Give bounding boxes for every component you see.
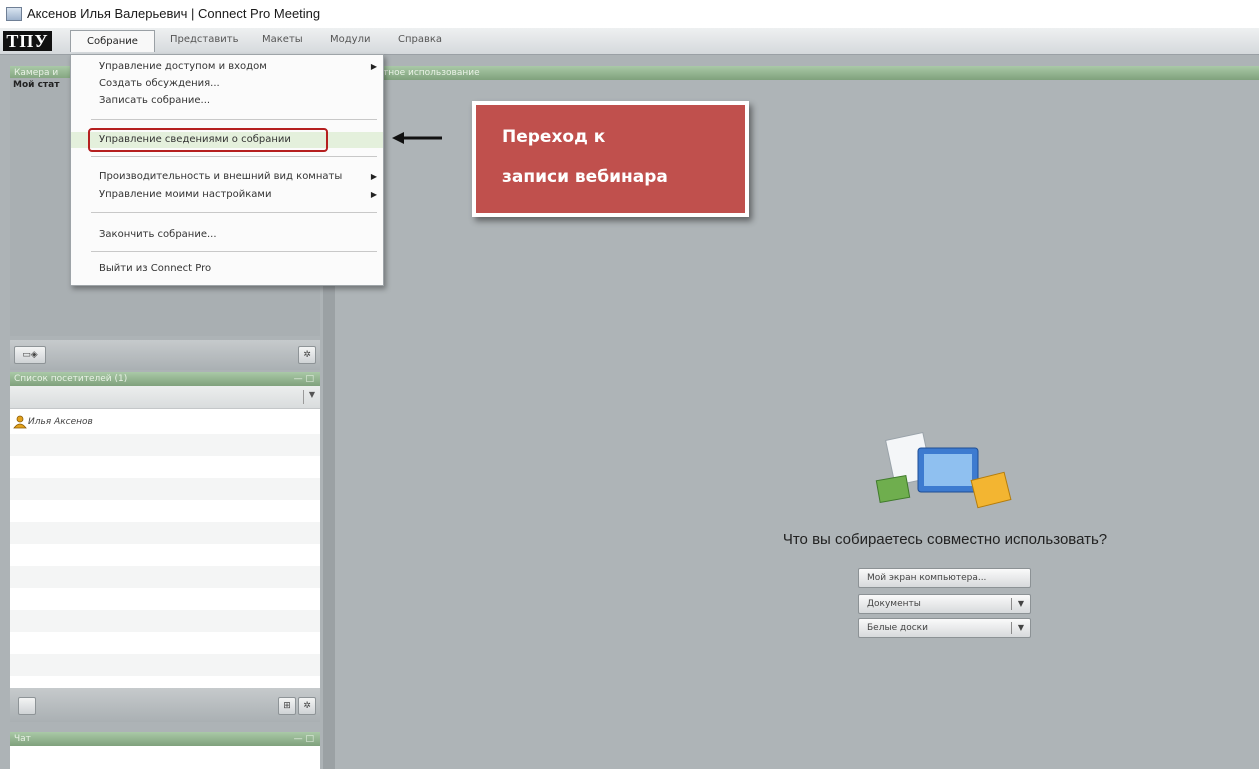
filter-separator <box>303 390 304 404</box>
list-row <box>10 522 320 544</box>
menu-meeting[interactable]: Собрание <box>70 30 155 52</box>
callout-line-1: Переход к <box>502 127 606 147</box>
button-separator <box>1011 598 1012 610</box>
attendee-filter-dropdown[interactable]: ▼ <box>10 386 320 409</box>
menu-item-room-performance[interactable]: Производительность и внешний вид комнаты… <box>71 169 383 185</box>
attendee-panel-title: Список посетителей (1) <box>14 374 128 384</box>
list-row <box>10 500 320 522</box>
chevron-down-icon[interactable]: ▼ <box>1018 619 1024 637</box>
camera-settings-icon[interactable]: ✲ <box>298 346 316 364</box>
app-icon <box>6 7 22 21</box>
menu-separator <box>91 251 377 252</box>
menu-pods[interactable]: Модули <box>330 34 370 45</box>
layout-icon[interactable]: ⊞ <box>278 697 296 715</box>
button-separator <box>1011 622 1012 634</box>
user-host-icon <box>13 415 27 429</box>
my-status-label[interactable]: Мой стат <box>13 80 59 90</box>
menu-item-my-settings[interactable]: Управление моими настройками ▶ <box>71 187 383 203</box>
menu-item-end-meeting[interactable]: Закончить собрание... <box>71 227 383 243</box>
menubar: ТПУ Собрание Представить Макеты Модули С… <box>0 28 1259 55</box>
menu-item-record-meeting[interactable]: Записать собрание... <box>71 93 383 109</box>
tpu-logo: ТПУ <box>3 31 52 51</box>
chevron-down-icon[interactable]: ▼ <box>1018 595 1024 613</box>
status-button[interactable] <box>18 697 36 715</box>
menu-item-label: Выйти из Connect Pro <box>99 263 212 274</box>
share-prompt: Что вы собираетесь совместно использоват… <box>782 531 1108 548</box>
list-row <box>10 632 320 654</box>
share-illustration-icon <box>875 432 1012 509</box>
attendee-row[interactable]: Илья Аксенов <box>10 412 320 434</box>
chat-body[interactable] <box>10 746 320 769</box>
share-documents-label: Документы <box>867 599 921 609</box>
window-title: Аксенов Илья Валерьевич | Connect Pro Me… <box>27 6 321 21</box>
attendee-toolbar: ⊞ ✲ <box>10 688 320 722</box>
submenu-arrow-icon: ▶ <box>370 62 377 71</box>
webcam-button[interactable]: ▭◈ <box>14 346 46 364</box>
list-row <box>10 610 320 632</box>
attendee-list: ▼ Илья Аксенов <box>10 386 320 688</box>
chat-panel-header[interactable]: Чат — □ <box>10 732 320 746</box>
list-row <box>10 654 320 676</box>
menu-item-label: Управление моими настройками <box>99 189 272 200</box>
attendee-settings-icon[interactable]: ✲ <box>298 697 316 715</box>
menu-help[interactable]: Справка <box>398 34 442 45</box>
chevron-down-icon[interactable]: ▼ <box>309 390 315 399</box>
list-row <box>10 456 320 478</box>
submenu-arrow-icon: ▶ <box>370 190 377 199</box>
menu-item-label: Управление доступом и входом <box>99 61 267 72</box>
list-row <box>10 544 320 566</box>
menu-item-label: Создать обсуждения... <box>99 78 220 89</box>
list-row <box>10 588 320 610</box>
pointer-arrow-icon <box>392 132 442 144</box>
chat-panel-controls[interactable]: — □ <box>294 732 314 746</box>
highlight-frame <box>88 128 328 152</box>
menu-item-exit[interactable]: Выйти из Connect Pro <box>71 261 383 277</box>
share-screen-label: Мой экран компьютера... <box>867 573 987 583</box>
annotation-callout: Переход к записи вебинара <box>472 101 749 217</box>
menu-item-label: Производительность и внешний вид комнаты <box>99 171 343 182</box>
window-titlebar: Аксенов Илья Валерьевич | Connect Pro Me… <box>0 0 1259 28</box>
menu-present[interactable]: Представить <box>170 34 239 45</box>
list-row <box>10 566 320 588</box>
meeting-dropdown-menu: Управление доступом и входом ▶ Создать о… <box>70 54 384 286</box>
menu-item-label: Закончить собрание... <box>99 229 217 240</box>
camera-toolbar: ▭◈ ✲ <box>10 340 320 370</box>
menu-separator <box>91 156 377 157</box>
attendee-panel-header[interactable]: Список посетителей (1) — □ <box>10 372 320 386</box>
attendee-panel-controls[interactable]: — □ <box>294 372 314 386</box>
share-pod-header[interactable]: стное использование <box>335 66 1259 80</box>
menu-item-create-breakout[interactable]: Создать обсуждения... <box>71 76 383 92</box>
share-whiteboards-label: Белые доски <box>867 623 928 633</box>
menu-item-label: Записать собрание... <box>99 95 211 106</box>
attendee-name: Илья Аксенов <box>28 417 93 427</box>
submenu-arrow-icon: ▶ <box>370 172 377 181</box>
share-whiteboards-button[interactable]: Белые доски ▼ <box>858 618 1031 638</box>
share-screen-button[interactable]: Мой экран компьютера... <box>858 568 1031 588</box>
share-documents-button[interactable]: Документы ▼ <box>858 594 1031 614</box>
list-row <box>10 434 320 456</box>
menu-item-access-control[interactable]: Управление доступом и входом ▶ <box>71 59 383 75</box>
share-pod-title: стное использование <box>378 68 480 78</box>
camera-panel-title: Камера и <box>14 68 59 78</box>
menu-layouts[interactable]: Макеты <box>262 34 303 45</box>
callout-line-2: записи вебинара <box>502 167 668 187</box>
chat-panel-title: Чат <box>14 734 31 744</box>
list-row <box>10 478 320 500</box>
menu-separator <box>91 119 377 120</box>
menu-separator <box>91 212 377 213</box>
